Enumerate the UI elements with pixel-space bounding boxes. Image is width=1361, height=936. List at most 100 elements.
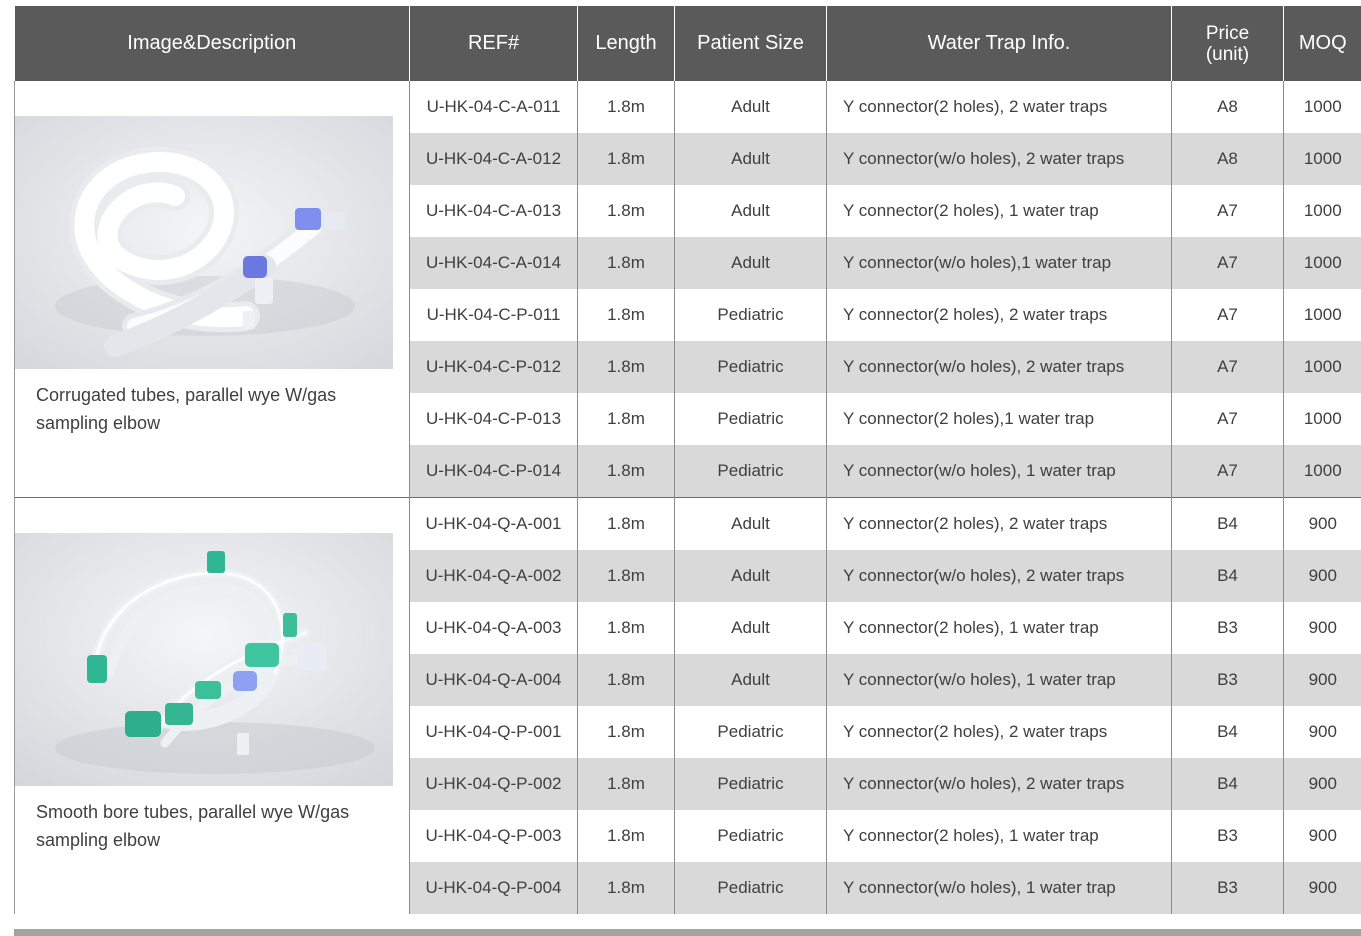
header-patient-size: Patient Size: [674, 6, 827, 81]
length-cell: 1.8m: [577, 289, 675, 341]
water-trap-cell: Y connector(2 holes), 2 water traps: [826, 81, 1172, 133]
patient-size-cell: Adult: [674, 550, 827, 602]
water-trap-cell: Y connector(w/o holes), 2 water traps: [826, 758, 1172, 810]
header-price-line1: Price: [1205, 22, 1250, 44]
ref-cell: U-HK-04-C-P-013: [409, 393, 578, 445]
length-cell: 1.8m: [577, 133, 675, 185]
water-trap-cell: Y connector(2 holes), 1 water trap: [826, 185, 1172, 237]
price-cell: B4: [1171, 706, 1284, 758]
water-trap-cell: Y connector(2 holes), 1 water trap: [826, 810, 1172, 862]
product-image-description-cell: Smooth bore tubes, parallel wye W/gas sa…: [14, 497, 410, 914]
ref-cell: U-HK-04-Q-A-002: [409, 550, 578, 602]
footer-divider: [14, 929, 1361, 936]
moq-cell: 1000: [1283, 445, 1361, 498]
water-trap-cell: Y connector(w/o holes),1 water trap: [826, 237, 1172, 289]
ref-cell: U-HK-04-C-A-011: [409, 81, 578, 133]
moq-cell: 900: [1283, 602, 1361, 654]
patient-size-cell: Pediatric: [674, 289, 827, 341]
price-cell: B4: [1171, 758, 1284, 810]
price-cell: B3: [1171, 602, 1284, 654]
product-table: Image&Description REF# Length Patient Si…: [14, 6, 1361, 914]
ref-cell: U-HK-04-C-P-014: [409, 445, 578, 498]
length-cell: 1.8m: [577, 758, 675, 810]
patient-size-cell: Adult: [674, 81, 827, 133]
price-cell: A7: [1171, 445, 1284, 498]
moq-cell: 1000: [1283, 393, 1361, 445]
length-cell: 1.8m: [577, 550, 675, 602]
length-cell: 1.8m: [577, 862, 675, 914]
moq-cell: 900: [1283, 550, 1361, 602]
table-row: Corrugated tubes, parallel wye W/gas sam…: [14, 81, 1361, 498]
patient-size-cell: Pediatric: [674, 810, 827, 862]
moq-cell: 1000: [1283, 133, 1361, 185]
water-trap-cell: Y connector(w/o holes), 2 water traps: [826, 341, 1172, 393]
moq-cell: 900: [1283, 758, 1361, 810]
ref-cell: U-HK-04-Q-P-003: [409, 810, 578, 862]
length-cell: 1.8m: [577, 706, 675, 758]
product-description: Smooth bore tubes, parallel wye W/gas sa…: [36, 802, 350, 850]
header-price-line2: (unit): [1205, 43, 1250, 65]
moq-cell: 1000: [1283, 185, 1361, 237]
product-description: Corrugated tubes, parallel wye W/gas sam…: [36, 385, 337, 433]
ref-cell: U-HK-04-Q-P-004: [409, 862, 578, 914]
length-cell: 1.8m: [577, 654, 675, 706]
patient-size-cell: Adult: [674, 654, 827, 706]
corrugated-tube-photo: [15, 116, 393, 369]
header-length: Length: [577, 6, 675, 81]
ref-cell: U-HK-04-Q-A-004: [409, 654, 578, 706]
water-trap-cell: Y connector(w/o holes), 1 water trap: [826, 862, 1172, 914]
price-cell: B4: [1171, 550, 1284, 602]
price-cell: B3: [1171, 654, 1284, 706]
price-cell: A8: [1171, 81, 1284, 133]
price-cell: A7: [1171, 393, 1284, 445]
ref-cell: U-HK-04-C-A-014: [409, 237, 578, 289]
water-trap-cell: Y connector(2 holes),1 water trap: [826, 393, 1172, 445]
ref-cell: U-HK-04-C-P-011: [409, 289, 578, 341]
patient-size-cell: Pediatric: [674, 393, 827, 445]
patient-size-cell: Pediatric: [674, 341, 827, 393]
header-moq: MOQ: [1283, 6, 1361, 81]
patient-size-cell: Adult: [674, 185, 827, 237]
water-trap-cell: Y connector(2 holes), 1 water trap: [826, 602, 1172, 654]
length-cell: 1.8m: [577, 237, 675, 289]
ref-cell: U-HK-04-Q-A-003: [409, 602, 578, 654]
length-cell: 1.8m: [577, 810, 675, 862]
moq-cell: 1000: [1283, 289, 1361, 341]
ref-cell: U-HK-04-Q-P-001: [409, 706, 578, 758]
ref-cell: U-HK-04-C-P-012: [409, 341, 578, 393]
price-cell: A7: [1171, 185, 1284, 237]
header-price: Price (unit): [1171, 6, 1284, 81]
price-cell: A7: [1171, 341, 1284, 393]
header-image-description: Image&Description: [14, 6, 410, 81]
header-ref: REF#: [409, 6, 578, 81]
price-cell: B3: [1171, 862, 1284, 914]
moq-cell: 900: [1283, 706, 1361, 758]
length-cell: 1.8m: [577, 445, 675, 498]
length-cell: 1.8m: [577, 602, 675, 654]
water-trap-cell: Y connector(2 holes), 2 water traps: [826, 289, 1172, 341]
price-cell: A7: [1171, 289, 1284, 341]
moq-cell: 1000: [1283, 237, 1361, 289]
moq-cell: 900: [1283, 862, 1361, 914]
patient-size-cell: Adult: [674, 602, 827, 654]
patient-size-cell: Pediatric: [674, 862, 827, 914]
length-cell: 1.8m: [577, 497, 675, 550]
length-cell: 1.8m: [577, 393, 675, 445]
price-cell: A7: [1171, 237, 1284, 289]
smooth-bore-tube-photo: [15, 533, 393, 786]
water-trap-cell: Y connector(2 holes), 2 water traps: [826, 706, 1172, 758]
ref-cell: U-HK-04-C-A-012: [409, 133, 578, 185]
table-header-row: Image&Description REF# Length Patient Si…: [14, 6, 1361, 81]
table-row: Smooth bore tubes, parallel wye W/gas sa…: [14, 497, 1361, 914]
moq-cell: 900: [1283, 654, 1361, 706]
moq-cell: 1000: [1283, 341, 1361, 393]
water-trap-cell: Y connector(w/o holes), 1 water trap: [826, 445, 1172, 498]
length-cell: 1.8m: [577, 81, 675, 133]
water-trap-cell: Y connector(w/o holes), 2 water traps: [826, 133, 1172, 185]
patient-size-cell: Adult: [674, 133, 827, 185]
patient-size-cell: Adult: [674, 237, 827, 289]
product-image-description-cell: Corrugated tubes, parallel wye W/gas sam…: [14, 81, 410, 498]
ref-cell: U-HK-04-C-A-013: [409, 185, 578, 237]
water-trap-cell: Y connector(w/o holes), 1 water trap: [826, 654, 1172, 706]
moq-cell: 900: [1283, 810, 1361, 862]
